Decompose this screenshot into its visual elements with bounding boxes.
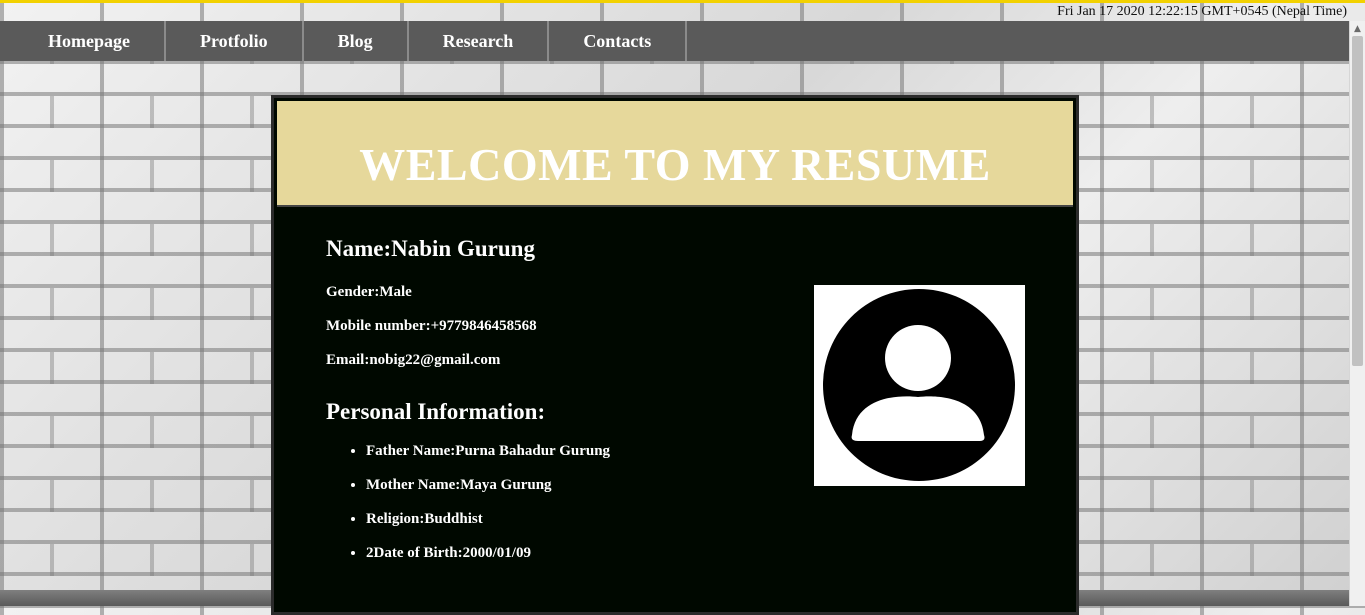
nav-item-homepage[interactable]: Homepage [14, 21, 166, 61]
chevron-up-icon[interactable]: ▲ [1350, 21, 1365, 36]
gender-field: Gender:Male [326, 284, 412, 300]
main-navigation: Homepage Protfolio Blog Research Contact… [0, 21, 1350, 61]
email-field: Email:nobig22@gmail.com [326, 352, 501, 368]
list-item-date-of-birth: 2Date of Birth:2000/01/09 [366, 545, 846, 562]
nav-item-blog[interactable]: Blog [304, 21, 409, 61]
list-item-father-name: Father Name:Purna Bahadur Gurung [366, 443, 846, 460]
nav-item-portfolio[interactable]: Protfolio [166, 21, 304, 61]
date-time-display: Fri Jan 17 2020 12:22:15 GMT+0545 (Nepal… [1057, 4, 1347, 19]
page-title: WELCOME TO MY RESUME [359, 139, 991, 190]
resume-content: Name:Nabin Gurung Gender:Male Mobile num… [326, 236, 846, 579]
full-name: Name:Nabin Gurung [326, 236, 535, 261]
top-accent-bar [0, 0, 1365, 3]
personal-info-list: Father Name:Purna Bahadur Gurung Mother … [326, 443, 846, 562]
personal-info-heading: Personal Information: [326, 399, 546, 424]
user-avatar-icon [823, 289, 1015, 481]
vertical-scrollbar[interactable]: ▲ [1349, 21, 1365, 606]
mobile-field: Mobile number:+9779846458568 [326, 318, 537, 334]
list-item-mother-name: Mother Name:Maya Gurung [366, 477, 846, 494]
scrollbar-thumb[interactable] [1352, 36, 1363, 366]
nav-item-research[interactable]: Research [409, 21, 550, 61]
list-item-religion: Religion:Buddhist [366, 511, 846, 528]
resume-header: WELCOME TO MY RESUME [277, 101, 1073, 207]
resume-panel: WELCOME TO MY RESUME Name:Nabin Gurung G… [271, 95, 1079, 615]
nav-item-contacts[interactable]: Contacts [549, 21, 688, 61]
profile-photo [814, 285, 1025, 486]
